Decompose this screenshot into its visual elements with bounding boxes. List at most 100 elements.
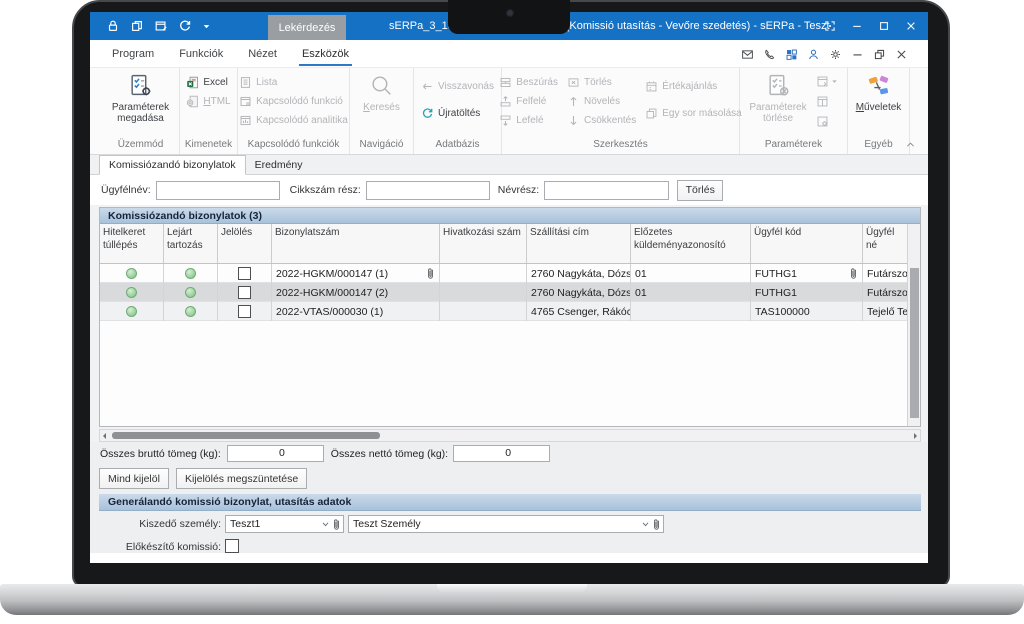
titlebar-query-tab-label: Lekérdezés — [279, 22, 336, 34]
name-filter-input[interactable] — [544, 181, 669, 200]
ribbon-small-icon-button[interactable] — [816, 95, 838, 108]
ribbon-small-icon-button[interactable] — [816, 75, 838, 88]
column-header-3[interactable]: Jelölés — [218, 224, 272, 263]
ribbon-button-kapcsolódó-analitika[interactable]: Kapcsolódó analitika — [239, 113, 348, 127]
table-row[interactable]: 2022-HGKM/000147 (1)2760 Nagykáta, Dózsa… — [100, 264, 907, 283]
ribbon-button-csökkentés[interactable]: Csökkentés — [567, 113, 636, 127]
ribbon-button-újratöltés[interactable]: Újratöltés — [421, 106, 494, 120]
ribbon-button-paraméterek-törlése[interactable]: Paraméterek törlése — [749, 70, 807, 139]
laptop-mockup: Lekérdezés sERPa_3_130 - Komissió generá… — [0, 0, 1024, 624]
reload-icon — [421, 107, 434, 120]
ribbon-small-icon-button[interactable] — [816, 115, 838, 128]
column-header-2[interactable]: Lejárt tartozás — [164, 224, 218, 263]
ribbon-button-lefelé[interactable]: Lefelé — [499, 113, 558, 127]
pre-shipment-id — [631, 302, 751, 321]
ribbon-button-kapcsolódó-funkció[interactable]: Kapcsolódó funkció — [239, 94, 348, 108]
close-icon[interactable] — [895, 48, 908, 61]
ribbon-button-visszavonás[interactable]: Visszavonás — [421, 79, 494, 93]
mail-icon[interactable] — [741, 48, 754, 61]
ribbon-button-egy-sor-másolása[interactable]: Egy sor másolása — [645, 106, 741, 120]
grid-horizontal-scrollbar[interactable] — [99, 429, 921, 442]
row-select-checkbox[interactable] — [238, 305, 251, 318]
ribbon-button-beszúrás[interactable]: Beszúrás — [499, 75, 558, 89]
menu-eszkozok[interactable]: Eszközök — [301, 46, 350, 62]
item-filter-input[interactable] — [366, 181, 490, 200]
phone-icon[interactable] — [763, 48, 776, 61]
paperclip-icon — [332, 518, 341, 531]
ribbon-button-értékajánlás[interactable]: Értékajánlás — [645, 79, 741, 93]
picker-person-code-dropdown[interactable]: Teszt1 — [225, 515, 344, 533]
hscroll-right-arrow[interactable] — [914, 433, 917, 439]
close-icon[interactable] — [905, 20, 917, 32]
table-row[interactable]: 2022-VTAS/000030 (1)4765 Csenger, Rákócz… — [100, 302, 907, 321]
ribbon-button-paraméterek-megadása[interactable]: Paraméterek megadása — [112, 70, 170, 139]
row-up-icon — [499, 95, 512, 108]
maximize-icon[interactable] — [878, 20, 890, 32]
minimize-icon[interactable] — [851, 20, 863, 32]
bottom-white-strip — [90, 553, 928, 563]
ribbon-button-html[interactable]: HTML — [186, 94, 230, 108]
ribbon-button-növelés[interactable]: Növelés — [567, 94, 636, 108]
modules-icon[interactable] — [785, 48, 798, 61]
grid-vscroll-thumb[interactable] — [910, 268, 919, 418]
net-weight-value: 0 — [453, 445, 550, 462]
titlebar-query-tab[interactable]: Lekérdezés — [268, 15, 346, 40]
overdue-ok-status-icon — [185, 268, 196, 279]
ribbon-button-törlés[interactable]: Törlés — [567, 75, 636, 89]
totals-row: Összes bruttó tömeg (kg): 0 Összes nettó… — [100, 445, 550, 462]
hscroll-left-arrow[interactable] — [103, 433, 106, 439]
ribbon-button-műveletek[interactable]: Műveletek — [851, 70, 906, 139]
caret-down-icon[interactable] — [202, 22, 211, 31]
column-header-8[interactable]: Ügyfél kód — [751, 224, 863, 263]
tab-eredmeny[interactable]: Eredmény — [246, 156, 312, 174]
lock-icon[interactable] — [106, 19, 120, 33]
column-header-7[interactable]: Előzetes küldeményazonosító — [631, 224, 751, 263]
panel-top-icon — [816, 75, 829, 88]
ribbon-button-felfelé[interactable]: Felfelé — [499, 94, 558, 108]
minimize-icon[interactable] — [851, 48, 864, 61]
restore-icon[interactable] — [873, 48, 886, 61]
table-cell: TAS100000 — [751, 302, 863, 321]
list-icon — [239, 76, 252, 89]
table-row[interactable]: 2022-HGKM/000147 (2)2760 Nagykáta, Dózsa… — [100, 283, 907, 302]
gear-icon[interactable] — [829, 48, 842, 61]
app-window: Lekérdezés sERPa_3_130 - Komissió generá… — [90, 12, 928, 563]
ribbon-button-keresés[interactable]: Keresés — [353, 70, 410, 139]
table-cell: FUTHG1 — [751, 283, 863, 302]
window-edit-icon[interactable] — [154, 19, 168, 33]
deselect-button[interactable]: Kijelölés megszüntetése — [176, 468, 307, 489]
ribbon-button-excel[interactable]: Excel — [186, 75, 230, 89]
arrow-down-icon — [567, 114, 580, 127]
menu-nezet[interactable]: Nézet — [247, 46, 278, 62]
column-header-6[interactable]: Szállítási cím — [527, 224, 631, 263]
row-select-checkbox[interactable] — [238, 286, 251, 299]
refresh-icon[interactable] — [178, 19, 192, 33]
copy-icon[interactable] — [130, 19, 144, 33]
table-cell: FUTHG1 — [751, 264, 863, 283]
menu-funkciok[interactable]: Funkciók — [178, 46, 224, 62]
grid-vertical-scrollbar[interactable] — [907, 224, 920, 426]
prep-komissio-checkbox[interactable] — [225, 539, 239, 553]
column-header-5[interactable]: Hivatkozási szám — [440, 224, 527, 263]
customer-filter-input[interactable] — [156, 181, 280, 200]
gross-weight-label: Összes bruttó tömeg (kg): — [100, 448, 221, 460]
column-header-4[interactable]: Bizonylatszám — [272, 224, 440, 263]
hscroll-thumb[interactable] — [112, 432, 380, 439]
picker-person-name-dropdown[interactable]: Teszt Személy — [348, 515, 664, 533]
column-header-9[interactable]: Ügyfél né — [863, 224, 909, 263]
ribbon-button-lista[interactable]: Lista — [239, 75, 348, 89]
select-all-button[interactable]: Mind kijelöl — [99, 468, 169, 489]
focus-icon[interactable] — [824, 20, 836, 32]
reference-number — [440, 302, 527, 321]
related-analytics-icon — [239, 114, 252, 127]
ribbon-collapse-icon[interactable] — [905, 139, 916, 150]
menu-program[interactable]: Program — [111, 46, 155, 62]
tab-komissiozando-bizonylatok[interactable]: Komissiózandó bizonylatok — [99, 155, 246, 175]
column-header-1[interactable]: Hitelkeret túllépés — [100, 224, 164, 263]
table-cell — [218, 264, 272, 283]
user-icon[interactable] — [807, 48, 820, 61]
table-cell: 2022-VTAS/000030 (1) — [272, 302, 440, 321]
clear-filters-button[interactable]: Törlés — [677, 180, 723, 201]
row-select-checkbox[interactable] — [238, 267, 251, 280]
params-delete-icon — [766, 73, 791, 98]
